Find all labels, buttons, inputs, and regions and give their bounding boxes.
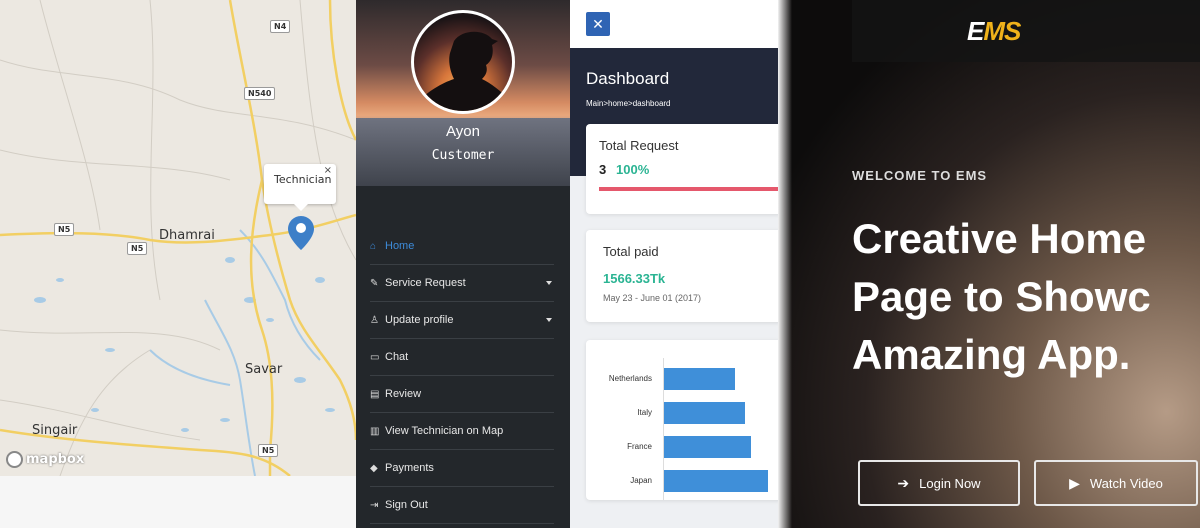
mapbox-attribution[interactable]: mapbox (6, 451, 84, 468)
page-title: Dashboard (586, 69, 670, 88)
headline-line: Amazing App. (852, 331, 1131, 378)
sidebar-item-payments[interactable]: ◆ Payments (370, 450, 554, 487)
sidebar-menu: ⌂ Home ✎ Service Request ♙ Update profil… (370, 228, 554, 524)
wrench-icon: ✎ (370, 277, 379, 289)
ems-logo[interactable]: EMS (967, 16, 1021, 47)
total-request-label: Total Request (599, 138, 679, 153)
chart-bar-row: Italy (586, 400, 778, 426)
tag-icon: ◆ (370, 462, 378, 474)
total-request-progress-bar (599, 187, 778, 191)
screenshot-collage: Dhamrai Savar Singair N4 N540 N5 N5 N5 T… (0, 0, 1200, 528)
sidebar: Ayon Customer ⌂ Home ✎ Service Request ♙… (356, 0, 570, 528)
chart-bar[interactable] (664, 402, 745, 424)
sign-out-icon: ⇥ (370, 499, 379, 511)
avatar[interactable] (411, 10, 515, 114)
user-name: Ayon (446, 123, 480, 140)
home-icon: ⌂ (370, 240, 377, 252)
sidebar-item-chat[interactable]: ▭ Chat (370, 339, 554, 376)
breadcrumb[interactable]: Main>home>dashboard (586, 99, 671, 108)
sidebar-profile-header: Ayon Customer (356, 0, 570, 186)
chart-bar-row: Netherlands (586, 366, 778, 392)
road-shield-n4: N4 (270, 20, 291, 33)
sidebar-item-label: Home (385, 240, 415, 252)
headline-line: Page to Showc (852, 273, 1151, 320)
panel-edge-shadow (778, 0, 792, 528)
sidebar-item-label: View Technician on Map (385, 425, 504, 437)
sidebar-item-sign-out[interactable]: ⇥ Sign Out (370, 487, 554, 524)
total-paid-value: 1566.33Tk (603, 271, 666, 286)
review-icon: ▤ (370, 388, 380, 400)
watch-video-label: Watch Video (1089, 475, 1163, 491)
sidebar-item-update-profile[interactable]: ♙ Update profile (370, 302, 554, 339)
avatar-silhouette-icon (414, 31, 512, 111)
road-shield-n540: N540 (244, 87, 276, 100)
map-view[interactable]: Dhamrai Savar Singair N4 N540 N5 N5 N5 T… (0, 0, 356, 476)
close-sidebar-button[interactable]: ✕ (586, 12, 610, 36)
chart-bar[interactable] (664, 470, 768, 492)
sidebar-item-label: Payments (385, 462, 434, 474)
chart-bar[interactable] (664, 368, 735, 390)
map-footer-space (0, 476, 356, 528)
user-icon: ♙ (370, 314, 379, 326)
chart-bar-row: Japan (586, 468, 778, 494)
total-paid-card: Total paid 1566.33Tk May 23 - June 01 (2… (586, 230, 778, 322)
chart-bar-row: France (586, 434, 778, 460)
chart-category-label: France (627, 442, 652, 451)
landing-hero: EMS WELCOME TO EMS Creative Home Page to… (778, 0, 1200, 528)
sign-in-icon: ➔ (897, 474, 910, 491)
country-bar-chart: Netherlands Italy France Japan (586, 340, 778, 500)
total-paid-date-range: May 23 - June 01 (2017) (603, 293, 702, 303)
total-request-card: Total Request 3 100% (586, 124, 778, 214)
road-shield-n5: N5 (258, 444, 279, 457)
sidebar-item-label: Chat (385, 351, 409, 363)
chart-category-label: Netherlands (608, 374, 652, 383)
play-icon: ▶ (1069, 474, 1080, 491)
welcome-text: WELCOME TO EMS (852, 168, 988, 183)
login-now-button[interactable]: ➔ Login Now (858, 460, 1020, 506)
sidebar-item-label: Service Request (385, 277, 466, 289)
headline-line: Creative Home (852, 215, 1147, 262)
technician-popup: Technician × (264, 164, 336, 211)
road-shield-n5: N5 (127, 242, 148, 255)
caret-down-icon (546, 281, 552, 285)
popup-close-button[interactable]: × (324, 165, 332, 176)
total-request-percent: 100% (616, 162, 650, 177)
total-paid-label: Total paid (603, 244, 659, 259)
sidebar-item-review[interactable]: ▤ Review (370, 376, 554, 413)
total-request-count: 3 (599, 162, 607, 177)
chat-icon: ▭ (370, 351, 380, 363)
logo-text: EMS (967, 16, 1021, 46)
dashboard-panel: ✕ Dashboard Main>home>dashboard Total Re… (570, 0, 778, 528)
place-label-dhamrai: Dhamrai (159, 228, 215, 243)
sidebar-item-service-request[interactable]: ✎ Service Request (370, 265, 554, 302)
map-marker-icon[interactable] (288, 216, 314, 250)
chart-bar[interactable] (664, 436, 751, 458)
watch-video-button[interactable]: ▶ Watch Video (1034, 460, 1198, 506)
login-now-label: Login Now (919, 475, 981, 491)
place-label-savar: Savar (245, 362, 283, 377)
mapbox-attribution-text: mapbox (26, 452, 85, 467)
sidebar-item-label: Review (385, 388, 422, 400)
hero-headline: Creative Home Page to Showc Amazing App. (852, 210, 1151, 384)
chart-category-label: Japan (630, 476, 652, 485)
mapbox-logo-icon (6, 451, 23, 468)
chart-category-label: Italy (637, 408, 652, 417)
sidebar-item-home[interactable]: ⌂ Home (370, 228, 554, 265)
dashboard-topbar: ✕ (570, 0, 778, 48)
sidebar-item-view-technician-on-map[interactable]: ▥ View Technician on Map (370, 413, 554, 450)
caret-down-icon (546, 318, 552, 322)
sidebar-item-label: Sign Out (385, 499, 428, 511)
map-icon: ▥ (370, 425, 380, 437)
sidebar-item-label: Update profile (385, 314, 454, 326)
place-label-singair: Singair (32, 423, 78, 438)
hero-navbar: EMS (852, 0, 1200, 62)
user-role: Customer (431, 148, 495, 163)
road-shield-n5: N5 (54, 223, 75, 236)
